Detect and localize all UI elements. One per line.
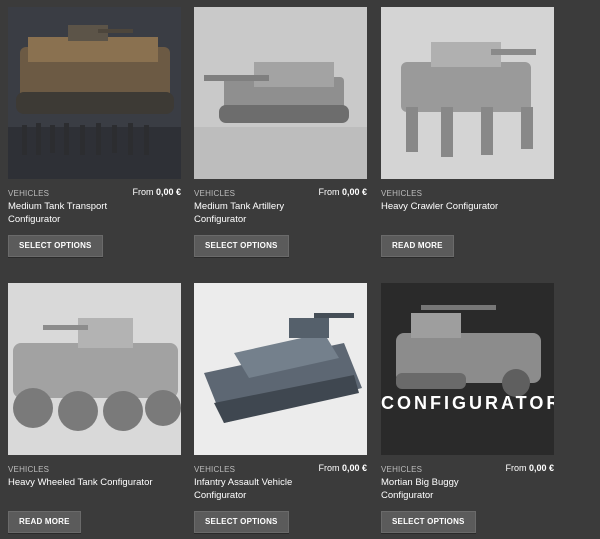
read-more-button[interactable]: READ MORE [381, 235, 454, 257]
product-image[interactable] [8, 7, 181, 179]
product-category[interactable]: VEHICLES [381, 465, 422, 474]
select-options-button[interactable]: SELECT OPTIONS [194, 235, 289, 257]
product-image[interactable] [381, 7, 554, 179]
tank-artillery-image [194, 7, 367, 179]
product-price: From 0,00 € [318, 187, 367, 197]
heavy-wheeled-tank-image [8, 283, 181, 455]
price-prefix: From [318, 463, 340, 473]
product-grid: VEHICLES From 0,00 € Medium Tank Transpo… [0, 0, 600, 539]
product-price: From 0,00 € [132, 187, 181, 197]
product-title[interactable]: Medium Tank Transport Configurator [8, 200, 128, 226]
product-price: From 0,00 € [318, 463, 367, 473]
product-meta: VEHICLES From 0,00 € Mortian Big Buggy C… [381, 463, 554, 507]
price-value: 0,00 € [341, 187, 367, 197]
infantry-assault-vehicle-image [194, 283, 367, 455]
product-category[interactable]: VEHICLES [381, 189, 422, 198]
big-buggy-image [381, 283, 554, 455]
product-title[interactable]: Heavy Wheeled Tank Configurator [8, 476, 178, 489]
product-title[interactable]: Medium Tank Artillery Configurator [194, 200, 314, 226]
price-prefix: From [318, 187, 340, 197]
product-image[interactable]: CONFIGURATOR [381, 283, 554, 455]
configurator-overlay-text: CONFIGURATOR [381, 393, 554, 413]
product-card: VEHICLES Heavy Wheeled Tank Configurator… [8, 283, 181, 533]
product-card: CONFIGURATOR VEHICLES From 0,00 € Mortia… [381, 283, 554, 533]
product-image[interactable] [194, 283, 367, 455]
product-meta: VEHICLES Heavy Wheeled Tank Configurator [8, 463, 181, 507]
product-category[interactable]: VEHICLES [194, 465, 235, 474]
select-options-button[interactable]: SELECT OPTIONS [194, 511, 289, 533]
tank-transport-image [8, 7, 181, 179]
product-category[interactable]: VEHICLES [8, 189, 49, 198]
product-card: VEHICLES Heavy Crawler Configurator READ… [381, 7, 554, 257]
product-card: VEHICLES From 0,00 € Medium Tank Transpo… [8, 7, 181, 257]
price-value: 0,00 € [528, 463, 554, 473]
product-image[interactable] [194, 7, 367, 179]
product-category[interactable]: VEHICLES [194, 189, 235, 198]
price-value: 0,00 € [155, 187, 181, 197]
product-card: VEHICLES From 0,00 € Medium Tank Artille… [194, 7, 367, 257]
select-options-button[interactable]: SELECT OPTIONS [381, 511, 476, 533]
product-meta: VEHICLES Heavy Crawler Configurator [381, 187, 554, 231]
product-meta: VEHICLES From 0,00 € Medium Tank Transpo… [8, 187, 181, 231]
product-price: From 0,00 € [505, 463, 554, 473]
product-title[interactable]: Infantry Assault Vehicle Configurator [194, 476, 314, 502]
select-options-button[interactable]: SELECT OPTIONS [8, 235, 103, 257]
product-meta: VEHICLES From 0,00 € Infantry Assault Ve… [194, 463, 367, 507]
price-value: 0,00 € [341, 463, 367, 473]
read-more-button[interactable]: READ MORE [8, 511, 81, 533]
product-category[interactable]: VEHICLES [8, 465, 49, 474]
price-prefix: From [505, 463, 527, 473]
product-title[interactable]: Heavy Crawler Configurator [381, 200, 501, 213]
product-image[interactable] [8, 283, 181, 455]
product-card: VEHICLES From 0,00 € Infantry Assault Ve… [194, 283, 367, 533]
product-meta: VEHICLES From 0,00 € Medium Tank Artille… [194, 187, 367, 231]
heavy-crawler-image [381, 7, 554, 179]
product-title[interactable]: Mortian Big Buggy Configurator [381, 476, 501, 502]
price-prefix: From [132, 187, 154, 197]
